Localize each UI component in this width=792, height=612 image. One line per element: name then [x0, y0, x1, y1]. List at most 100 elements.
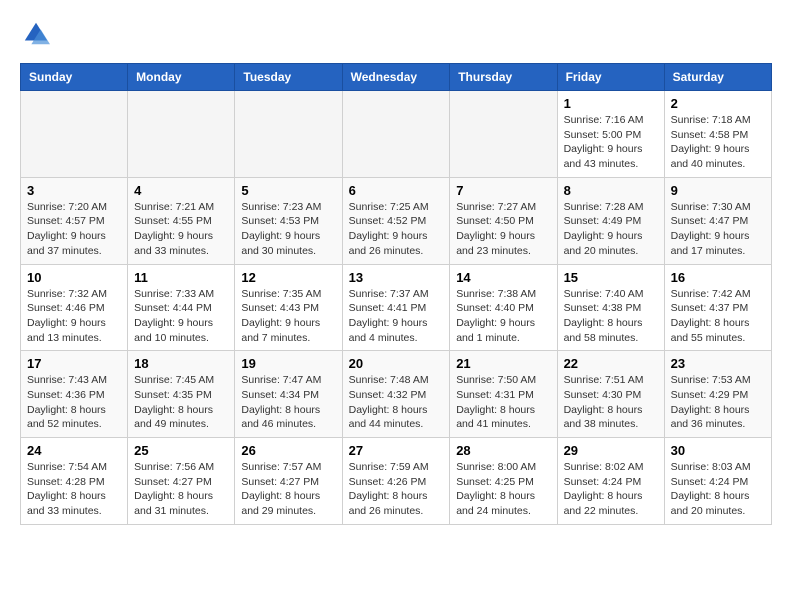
calendar-header-row: SundayMondayTuesdayWednesdayThursdayFrid…: [21, 64, 772, 91]
day-info: Sunrise: 7:28 AMSunset: 4:49 PMDaylight:…: [564, 200, 658, 259]
calendar-cell: 29 Sunrise: 8:02 AMSunset: 4:24 PMDayligh…: [557, 438, 664, 525]
column-header-friday: Friday: [557, 64, 664, 91]
day-number: 8: [564, 183, 658, 198]
day-number: 30: [671, 443, 765, 458]
calendar-cell: 2Sunrise: 7:18 AMSunset: 4:58 PMDaylight…: [664, 91, 771, 178]
calendar-cell: 10 Sunrise: 7:32 AMSunset: 4:46 PMDayligh…: [21, 264, 128, 351]
day-number: 21: [456, 356, 550, 371]
calendar-cell: 14 Sunrise: 7:38 AMSunset: 4:40 PMDayligh…: [450, 264, 557, 351]
logo-icon: [22, 20, 50, 48]
day-info: Sunrise: 7:23 AMSunset: 4:53 PMDaylight:…: [241, 200, 335, 259]
calendar-cell: 21 Sunrise: 7:50 AMSunset: 4:31 PMDayligh…: [450, 351, 557, 438]
day-info: Sunrise: 7:40 AMSunset: 4:38 PMDaylight:…: [564, 287, 658, 346]
day-number: 29: [564, 443, 658, 458]
day-info: Sunrise: 7:27 AMSunset: 4:50 PMDaylight:…: [456, 200, 550, 259]
day-info: Sunrise: 7:43 AMSunset: 4:36 PMDaylight:…: [27, 373, 121, 432]
calendar-cell: 23 Sunrise: 7:53 AMSunset: 4:29 PMDayligh…: [664, 351, 771, 438]
day-info: Sunrise: 7:47 AMSunset: 4:34 PMDaylight:…: [241, 373, 335, 432]
column-header-saturday: Saturday: [664, 64, 771, 91]
calendar-cell: 1Sunrise: 7:16 AMSunset: 5:00 PMDaylight…: [557, 91, 664, 178]
day-info: Sunrise: 7:21 AMSunset: 4:55 PMDaylight:…: [134, 200, 228, 259]
day-info: Sunrise: 7:25 AMSunset: 4:52 PMDaylight:…: [349, 200, 444, 259]
day-info: Sunrise: 7:38 AMSunset: 4:40 PMDaylight:…: [456, 287, 550, 346]
calendar-cell: 28Sunrise: 8:00 AMSunset: 4:25 PMDayligh…: [450, 438, 557, 525]
day-number: 25: [134, 443, 228, 458]
day-number: 22: [564, 356, 658, 371]
calendar-cell: 18 Sunrise: 7:45 AMSunset: 4:35 PMDayligh…: [128, 351, 235, 438]
day-number: 9: [671, 183, 765, 198]
calendar-table: SundayMondayTuesdayWednesdayThursdayFrid…: [20, 63, 772, 525]
day-number: 6: [349, 183, 444, 198]
day-number: 19: [241, 356, 335, 371]
day-number: 20: [349, 356, 444, 371]
day-info: Sunrise: 7:42 AMSunset: 4:37 PMDaylight:…: [671, 287, 765, 346]
day-number: 27: [349, 443, 444, 458]
day-info: Sunrise: 7:20 AMSunset: 4:57 PMDaylight:…: [27, 200, 121, 259]
day-info: Sunrise: 7:50 AMSunset: 4:31 PMDaylight:…: [456, 373, 550, 432]
day-number: 23: [671, 356, 765, 371]
calendar-cell: 22 Sunrise: 7:51 AMSunset: 4:30 PMDayligh…: [557, 351, 664, 438]
calendar-cell: 7Sunrise: 7:27 AMSunset: 4:50 PMDaylight…: [450, 177, 557, 264]
calendar-cell: [450, 91, 557, 178]
calendar-cell: 20 Sunrise: 7:48 AMSunset: 4:32 PMDayligh…: [342, 351, 450, 438]
calendar-cell: 30 Sunrise: 8:03 AMSunset: 4:24 PMDayligh…: [664, 438, 771, 525]
column-header-thursday: Thursday: [450, 64, 557, 91]
calendar-cell: 19 Sunrise: 7:47 AMSunset: 4:34 PMDayligh…: [235, 351, 342, 438]
calendar-cell: 12Sunrise: 7:35 AMSunset: 4:43 PMDayligh…: [235, 264, 342, 351]
calendar-cell: [128, 91, 235, 178]
day-number: 10: [27, 270, 121, 285]
day-number: 2: [671, 96, 765, 111]
calendar-cell: 15 Sunrise: 7:40 AMSunset: 4:38 PMDayligh…: [557, 264, 664, 351]
day-info: Sunrise: 7:53 AMSunset: 4:29 PMDaylight:…: [671, 373, 765, 432]
column-header-monday: Monday: [128, 64, 235, 91]
day-info: Sunrise: 8:03 AMSunset: 4:24 PMDaylight:…: [671, 460, 765, 519]
calendar-week-row: 3 Sunrise: 7:20 AMSunset: 4:57 PMDaylight…: [21, 177, 772, 264]
day-info: Sunrise: 7:32 AMSunset: 4:46 PMDaylight:…: [27, 287, 121, 346]
day-info: Sunrise: 7:48 AMSunset: 4:32 PMDaylight:…: [349, 373, 444, 432]
calendar-cell: 17 Sunrise: 7:43 AMSunset: 4:36 PMDayligh…: [21, 351, 128, 438]
day-info: Sunrise: 7:56 AMSunset: 4:27 PMDaylight:…: [134, 460, 228, 519]
calendar-cell: 9 Sunrise: 7:30 AMSunset: 4:47 PMDaylight…: [664, 177, 771, 264]
day-info: Sunrise: 7:30 AMSunset: 4:47 PMDaylight:…: [671, 200, 765, 259]
day-number: 11: [134, 270, 228, 285]
day-info: Sunrise: 7:51 AMSunset: 4:30 PMDaylight:…: [564, 373, 658, 432]
calendar-week-row: 17 Sunrise: 7:43 AMSunset: 4:36 PMDayligh…: [21, 351, 772, 438]
calendar-cell: 11 Sunrise: 7:33 AMSunset: 4:44 PMDayligh…: [128, 264, 235, 351]
day-number: 14: [456, 270, 550, 285]
day-number: 13: [349, 270, 444, 285]
day-info: Sunrise: 8:00 AMSunset: 4:25 PMDaylight:…: [456, 460, 550, 519]
calendar-cell: 26Sunrise: 7:57 AMSunset: 4:27 PMDayligh…: [235, 438, 342, 525]
calendar-cell: 13 Sunrise: 7:37 AMSunset: 4:41 PMDayligh…: [342, 264, 450, 351]
day-number: 12: [241, 270, 335, 285]
day-info: Sunrise: 7:37 AMSunset: 4:41 PMDaylight:…: [349, 287, 444, 346]
calendar-cell: 6 Sunrise: 7:25 AMSunset: 4:52 PMDaylight…: [342, 177, 450, 264]
day-number: 3: [27, 183, 121, 198]
calendar-week-row: 10 Sunrise: 7:32 AMSunset: 4:46 PMDayligh…: [21, 264, 772, 351]
day-number: 24: [27, 443, 121, 458]
column-header-sunday: Sunday: [21, 64, 128, 91]
calendar-cell: 24Sunrise: 7:54 AMSunset: 4:28 PMDayligh…: [21, 438, 128, 525]
day-info: Sunrise: 7:45 AMSunset: 4:35 PMDaylight:…: [134, 373, 228, 432]
day-number: 17: [27, 356, 121, 371]
day-number: 4: [134, 183, 228, 198]
calendar-cell: 8 Sunrise: 7:28 AMSunset: 4:49 PMDaylight…: [557, 177, 664, 264]
day-number: 5: [241, 183, 335, 198]
day-info: Sunrise: 8:02 AMSunset: 4:24 PMDaylight:…: [564, 460, 658, 519]
calendar-cell: [235, 91, 342, 178]
calendar-cell: [342, 91, 450, 178]
calendar-cell: 4 Sunrise: 7:21 AMSunset: 4:55 PMDaylight…: [128, 177, 235, 264]
column-header-wednesday: Wednesday: [342, 64, 450, 91]
day-info: Sunrise: 7:33 AMSunset: 4:44 PMDaylight:…: [134, 287, 228, 346]
calendar-cell: 25 Sunrise: 7:56 AMSunset: 4:27 PMDayligh…: [128, 438, 235, 525]
day-number: 16: [671, 270, 765, 285]
calendar-week-row: 24Sunrise: 7:54 AMSunset: 4:28 PMDayligh…: [21, 438, 772, 525]
day-number: 18: [134, 356, 228, 371]
logo: [20, 20, 54, 53]
calendar-cell: 16 Sunrise: 7:42 AMSunset: 4:37 PMDayligh…: [664, 264, 771, 351]
calendar-week-row: 1Sunrise: 7:16 AMSunset: 5:00 PMDaylight…: [21, 91, 772, 178]
day-number: 15: [564, 270, 658, 285]
day-number: 1: [564, 96, 658, 111]
page-header: [20, 20, 772, 53]
column-header-tuesday: Tuesday: [235, 64, 342, 91]
calendar-cell: 5 Sunrise: 7:23 AMSunset: 4:53 PMDaylight…: [235, 177, 342, 264]
